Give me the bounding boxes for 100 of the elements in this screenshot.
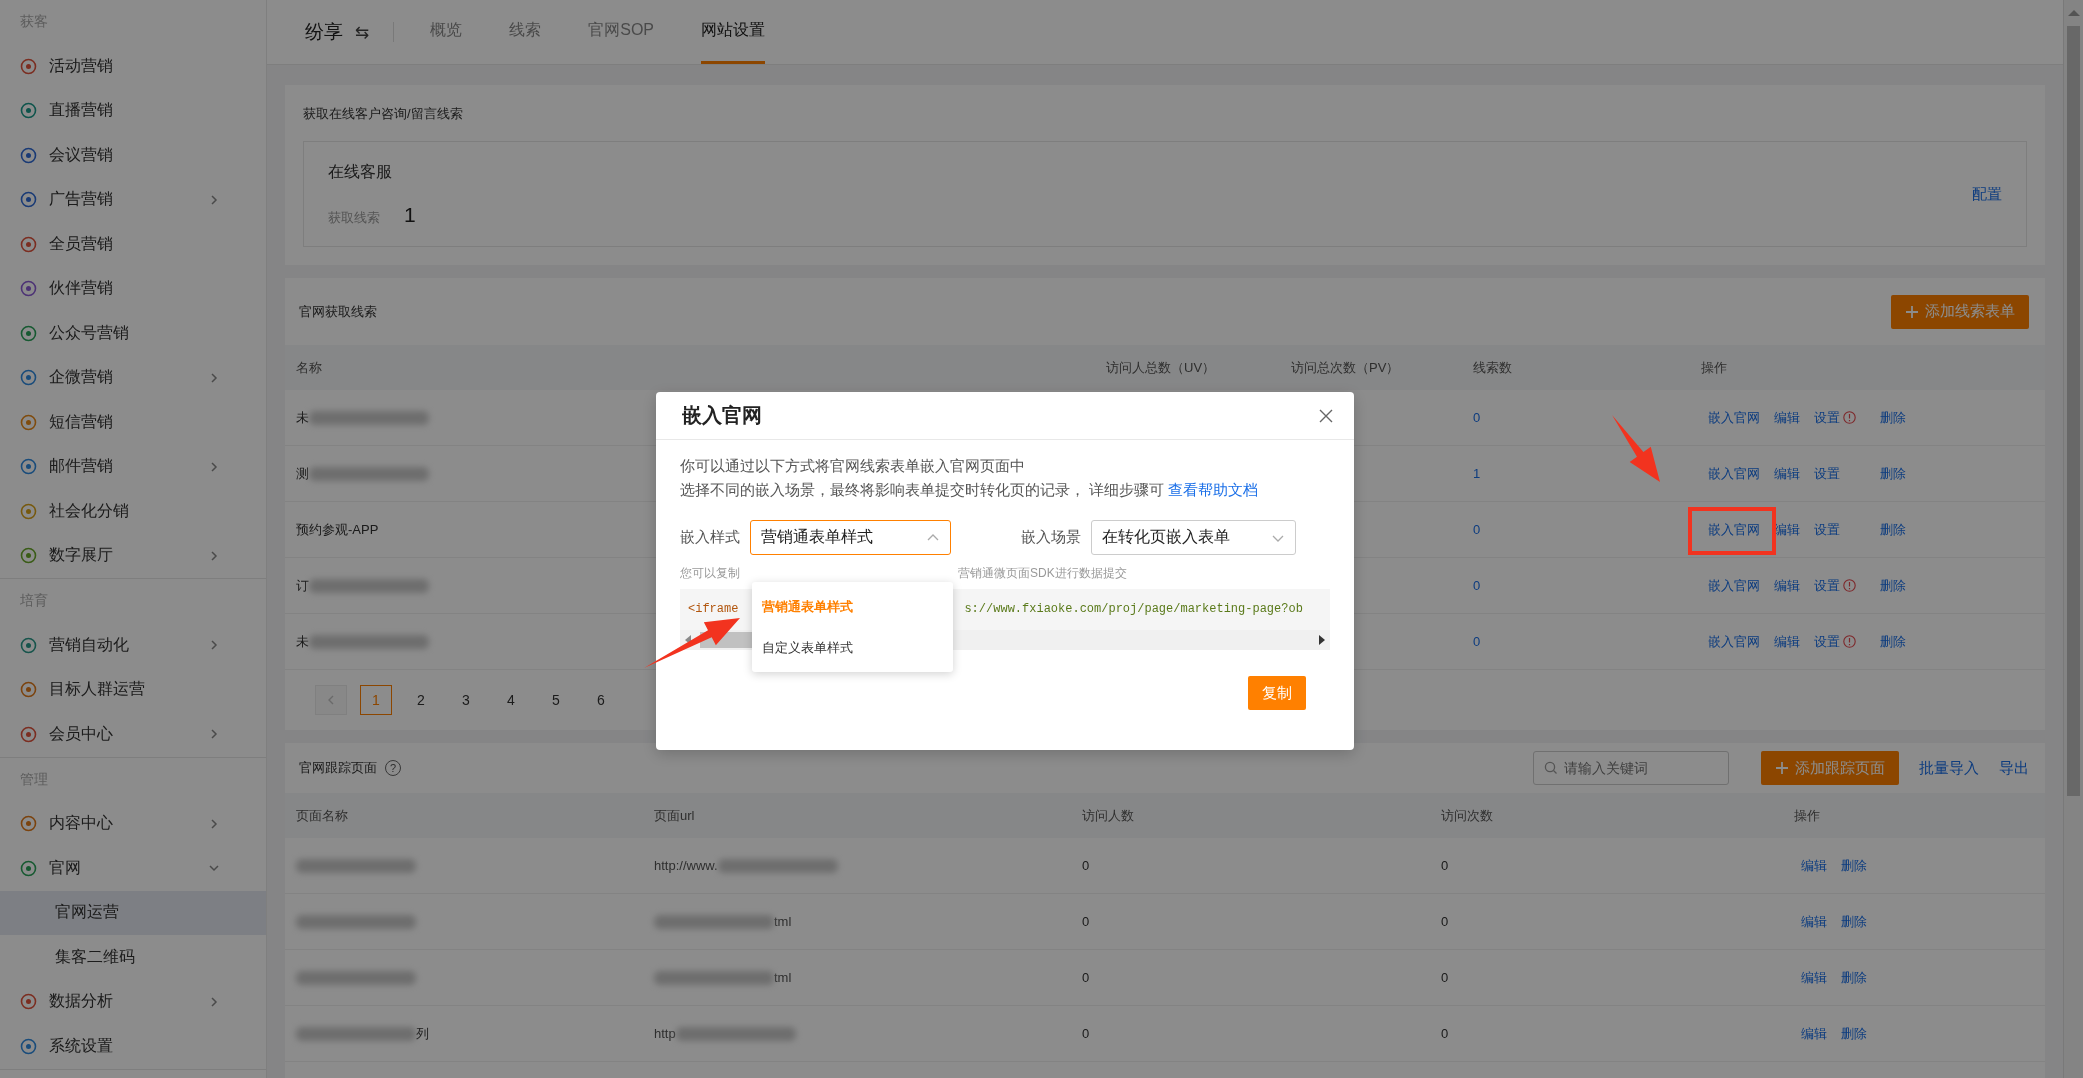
table-cell-text: 0 — [1081, 1026, 1091, 1041]
add-page-button[interactable]: 添加跟踪页面 — [1761, 751, 1899, 785]
action-link[interactable]: 编辑 — [1801, 1024, 1827, 1043]
circle-icon — [20, 725, 37, 743]
circle-icon — [20, 859, 37, 877]
sidebar-subitem[interactable]: 官网运营 — [0, 890, 266, 935]
card-title: 获取在线客户咨询/留言线索 — [303, 105, 464, 123]
sidebar-item[interactable]: 会员中心 — [0, 712, 266, 757]
circle-icon — [20, 191, 37, 209]
action-link[interactable]: 嵌入官网 — [1708, 408, 1760, 427]
sidebar-item[interactable]: 公众号营销 — [0, 311, 266, 356]
action-link[interactable]: 删除 — [1841, 968, 1867, 987]
scrollbar[interactable] — [2063, 0, 2083, 1078]
settings-link[interactable]: 设置 — [1814, 520, 1840, 539]
circle-icon — [20, 235, 37, 253]
page-button[interactable]: 6 — [585, 685, 617, 715]
action-link[interactable]: 删除 — [1880, 632, 1906, 651]
sidebar-item[interactable]: 数字展厅 — [0, 533, 266, 578]
column-header: 操作 — [1700, 358, 1728, 377]
sidebar-item[interactable]: 伙伴营销 — [0, 266, 266, 311]
circle-icon — [20, 413, 37, 431]
sidebar-item[interactable]: 直播营销 — [0, 88, 266, 133]
settings-link[interactable]: 设置 — [1814, 408, 1840, 427]
select-field[interactable]: 营销通表单样式 — [750, 520, 951, 555]
page-button[interactable]: 3 — [450, 685, 482, 715]
help-doc-link[interactable]: 查看帮助文档 — [1168, 481, 1259, 498]
page-button[interactable]: 2 — [405, 685, 437, 715]
table-cell-text: 0 — [1440, 1026, 1450, 1041]
action-link[interactable]: 嵌入官网 — [1708, 632, 1760, 651]
sidebar-subitem[interactable]: 集客二维码 — [0, 935, 266, 980]
action-link[interactable]: 嵌入官网 — [1708, 520, 1760, 539]
sidebar-item[interactable]: 活动营销 — [0, 44, 266, 89]
sidebar-item[interactable]: 目标人群运营 — [0, 667, 266, 712]
sidebar-item[interactable]: 系统设置 — [0, 1024, 266, 1069]
action-link[interactable]: 删除 — [1880, 464, 1906, 483]
circle-icon — [20, 57, 37, 75]
intro-text: 你可以通过以下方式将官网线索表单嵌入官网页面中 — [680, 456, 1026, 476]
lead-count[interactable]: 1 — [1462, 466, 1690, 481]
action-link[interactable]: 嵌入官网 — [1708, 576, 1760, 595]
scrollbar-thumb[interactable] — [2067, 26, 2080, 796]
nav-tab[interactable]: 线索 — [509, 0, 542, 64]
nav-tab[interactable]: 概览 — [430, 0, 463, 64]
add-form-button[interactable]: 添加线索表单 — [1891, 294, 2029, 329]
brand-title: 纷享 — [305, 20, 343, 44]
action-link[interactable]: 删除 — [1880, 576, 1906, 595]
page-button[interactable]: 4 — [495, 685, 527, 715]
nav-tab[interactable]: 网站设置 — [701, 0, 766, 64]
action-link[interactable]: 删除 — [1841, 1024, 1867, 1043]
action-link[interactable]: 编辑 — [1801, 968, 1827, 987]
dropdown-option[interactable]: 自定义表单样式 — [752, 627, 953, 668]
sidebar-item[interactable]: 数据分析 — [0, 979, 266, 1024]
select-field[interactable]: 在转化页嵌入表单 — [1091, 520, 1296, 555]
sidebar-item[interactable]: 短信营销 — [0, 400, 266, 445]
search-field[interactable]: 请输入关键词 — [1533, 751, 1729, 785]
field-label: 嵌入样式 — [680, 528, 740, 547]
lead-count[interactable]: 0 — [1462, 410, 1690, 425]
export-link[interactable]: 导出 — [1999, 758, 2029, 778]
sidebar-item[interactable]: 广告营销 — [0, 177, 266, 222]
copy-button[interactable]: 复制 — [1248, 676, 1306, 710]
action-link[interactable]: 删除 — [1880, 520, 1906, 539]
name-cell: 订 — [296, 577, 309, 593]
close-icon[interactable] — [1318, 407, 1334, 424]
sidebar-item[interactable]: 营销自动化 — [0, 623, 266, 668]
sidebar-item[interactable]: 会议营销 — [0, 133, 266, 178]
sidebar-item[interactable]: 内容中心 — [0, 801, 266, 846]
action-link[interactable]: 编辑 — [1774, 408, 1800, 427]
action-link[interactable]: 编辑 — [1774, 576, 1800, 595]
dropdown-option[interactable]: 营销通表单样式 — [752, 586, 953, 627]
cell-text: 列 — [416, 1025, 429, 1041]
name-cell: 未 — [296, 409, 309, 425]
circle-icon — [20, 681, 37, 699]
lead-count[interactable]: 0 — [1462, 578, 1690, 593]
page-button[interactable]: 5 — [540, 685, 572, 715]
circle-icon — [20, 102, 37, 120]
config-link[interactable]: 配置 — [1972, 184, 2002, 204]
action-link[interactable]: 删除 — [1841, 912, 1867, 931]
action-link[interactable]: 编辑 — [1774, 464, 1800, 483]
cell-text: http — [654, 1025, 676, 1041]
nav-tab[interactable]: 官网SOP — [588, 0, 655, 64]
action-link[interactable]: 删除 — [1841, 856, 1867, 875]
sidebar-item[interactable]: 邮件营销 — [0, 444, 266, 489]
action-link[interactable]: 删除 — [1880, 408, 1906, 427]
action-link[interactable]: 编辑 — [1801, 856, 1827, 875]
sidebar-item[interactable]: 官网 — [0, 846, 266, 891]
import-link[interactable]: 批量导入 — [1919, 758, 1979, 778]
sidebar-item[interactable]: 社会化分销 — [0, 489, 266, 534]
scroll-right-icon[interactable] — [1318, 635, 1326, 645]
page-button[interactable]: 1 — [360, 685, 392, 715]
lead-count[interactable]: 0 — [1462, 634, 1690, 649]
settings-link[interactable]: 设置 — [1814, 576, 1840, 595]
settings-link[interactable]: 设置 — [1814, 464, 1840, 483]
hint-text: 营销通微页面SDK进行数据提交 — [958, 565, 1127, 581]
action-link[interactable]: 编辑 — [1801, 912, 1827, 931]
switch-icon[interactable]: ⇆ — [355, 21, 370, 43]
action-link[interactable]: 编辑 — [1774, 632, 1800, 651]
settings-link[interactable]: 设置 — [1814, 632, 1840, 651]
action-link[interactable]: 嵌入官网 — [1708, 464, 1760, 483]
sidebar-item[interactable]: 全员营销 — [0, 222, 266, 267]
lead-count[interactable]: 0 — [1462, 522, 1690, 537]
sidebar-item[interactable]: 企微营销 — [0, 355, 266, 400]
